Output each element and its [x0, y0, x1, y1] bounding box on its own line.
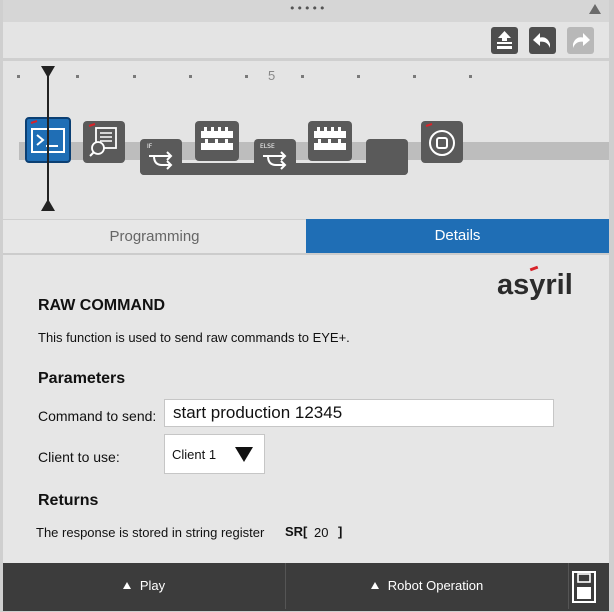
- play-label: Play: [139, 578, 166, 593]
- tab-details[interactable]: Details: [306, 219, 609, 253]
- timeline-tick: [357, 75, 360, 78]
- timeline-tick: [76, 75, 79, 78]
- register-name: SR[: [285, 524, 308, 539]
- timeline-tick: [245, 75, 248, 78]
- timeline-tick: [413, 75, 416, 78]
- program-timeline[interactable]: 5 IF ELSE: [3, 61, 609, 217]
- timeline-cursor[interactable]: [47, 71, 49, 209]
- robot-operation-button[interactable]: Robot Operation: [286, 563, 569, 609]
- program-panel: ••••• 5 IF ELSE Programming Details asyr…: [3, 0, 609, 611]
- client-label: Client to use:: [38, 449, 120, 465]
- client-select[interactable]: Client 1: [164, 434, 265, 474]
- client-selected-value: Client 1: [172, 447, 217, 462]
- bottom-bar: Play Robot Operation: [3, 563, 609, 611]
- stop-block[interactable]: [421, 121, 463, 163]
- if-branch-icon: IF: [147, 143, 173, 170]
- returns-description: The response is stored in string registe…: [36, 525, 265, 540]
- upload-icon: [497, 31, 512, 49]
- register-index[interactable]: 20: [314, 525, 328, 540]
- timeline-tick: [133, 75, 136, 78]
- timeline-tick: [189, 75, 192, 78]
- timeline-tick: [17, 75, 20, 78]
- asyril-logo: asyril: [497, 269, 573, 301]
- expand-up-icon: [370, 582, 379, 589]
- timeline-tick: [469, 75, 472, 78]
- grip-icon[interactable]: •••••: [289, 2, 326, 15]
- vision-locate-block[interactable]: [83, 121, 125, 163]
- cursor-top-arrow-icon[interactable]: [41, 66, 55, 78]
- feeder-icon: [314, 127, 346, 150]
- feeder-icon: [201, 127, 233, 150]
- redo-icon: [573, 33, 590, 48]
- end-if-block[interactable]: [366, 139, 408, 175]
- details-panel: asyril RAW COMMAND This function is used…: [3, 253, 609, 563]
- cursor-bottom-arrow-icon[interactable]: [41, 199, 55, 211]
- register-close-bracket: ]: [338, 524, 343, 539]
- expand-up-icon: [122, 582, 131, 589]
- upload-button[interactable]: [491, 27, 518, 54]
- function-title: RAW COMMAND: [38, 297, 166, 314]
- report-search-icon: [88, 123, 117, 157]
- timeline-marker-label: 5: [268, 68, 276, 83]
- command-label: Command to send:: [38, 408, 157, 424]
- undo-button[interactable]: [529, 27, 556, 54]
- stop-icon: [425, 123, 455, 156]
- redo-button[interactable]: [567, 27, 594, 54]
- if-action-block[interactable]: [195, 121, 239, 161]
- dropdown-arrow-icon[interactable]: [235, 447, 253, 462]
- floppy-disk-icon: [572, 571, 596, 603]
- tab-programming[interactable]: Programming: [3, 219, 306, 254]
- parameters-heading: Parameters: [38, 370, 126, 387]
- svg-text:ELSE: ELSE: [260, 143, 275, 150]
- else-branch-icon: ELSE: [260, 143, 287, 170]
- else-block[interactable]: ELSE: [254, 139, 296, 175]
- function-description: This function is used to send raw comman…: [38, 330, 350, 345]
- if-block[interactable]: IF: [140, 139, 182, 175]
- command-input[interactable]: start production 12345: [164, 399, 554, 427]
- undo-icon: [533, 33, 550, 48]
- toolbar: [3, 22, 609, 58]
- tab-bar: Programming Details: [3, 219, 609, 254]
- save-button[interactable]: [569, 567, 601, 607]
- collapse-arrow-icon[interactable]: [589, 4, 601, 14]
- timeline-tick: [301, 75, 304, 78]
- robot-operation-label: Robot Operation: [387, 578, 484, 593]
- play-button[interactable]: Play: [3, 563, 286, 609]
- panel-drag-handle[interactable]: •••••: [3, 0, 609, 23]
- else-action-block[interactable]: [308, 121, 352, 161]
- svg-text:IF: IF: [147, 143, 153, 150]
- returns-heading: Returns: [38, 492, 99, 509]
